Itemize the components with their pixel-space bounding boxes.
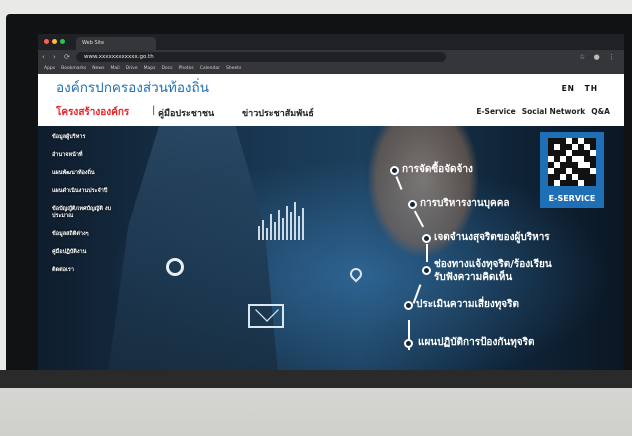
mail-icon	[248, 304, 284, 328]
nav-news-link[interactable]: ข่าวประชาสัมพันธ์	[242, 106, 314, 120]
service-node-icon	[408, 200, 417, 209]
bookmark-item[interactable]: Calendar	[200, 64, 220, 74]
service-connector-line	[426, 244, 428, 262]
desk-surface	[0, 388, 632, 436]
service-procurement-link[interactable]: การจัดซื้อจัดจ้าง	[402, 164, 473, 176]
service-feedback-link[interactable]: รับฟังความคิดเห็น	[434, 272, 512, 284]
location-pin-icon	[347, 265, 365, 283]
main-nav: โครงสร้างองค์กร | คู่มือประชาชน ข่าวประช…	[56, 105, 616, 121]
bookmark-item[interactable]: News	[92, 64, 104, 74]
bookmark-item[interactable]: Maps	[144, 64, 156, 74]
service-anticorruption-link[interactable]: แผนปฏิบัติการป้องกันทุจริต	[418, 337, 535, 349]
bookmark-item[interactable]: Drive	[126, 64, 138, 74]
service-complaint-link[interactable]: ช่องทางแจ้งทุจริต/ร้องเรียน	[434, 259, 552, 271]
lang-th-link[interactable]: TH	[585, 84, 598, 93]
qr-code-icon	[548, 138, 596, 186]
browser-tab-bar: Web Site	[38, 34, 624, 50]
sidebar-item-annual-plan[interactable]: แผนดำเนินงานประจำปี	[52, 188, 132, 195]
businessman-image	[108, 126, 278, 374]
service-node-icon	[390, 166, 399, 175]
browser-tab[interactable]: Web Site	[76, 37, 156, 50]
service-integrity-link[interactable]: เจตจำนงสุจริตของผู้บริหาร	[434, 232, 550, 244]
service-node-icon	[422, 266, 431, 275]
browser-window: Web Site ‹ › ⟳ www.xxxxxxxxxxxx.go.th ☆ …	[38, 34, 624, 374]
url-field[interactable]: www.xxxxxxxxxxxx.go.th	[76, 52, 446, 62]
bookmark-item[interactable]: Apps	[44, 64, 55, 74]
close-window-icon[interactable]	[44, 39, 49, 44]
sidebar-item-work-manual[interactable]: คู่มือปฏิบัติงาน	[52, 249, 132, 256]
service-node-icon	[404, 339, 413, 348]
nav-separator: |	[152, 105, 156, 116]
dial-icon	[166, 258, 184, 276]
service-hr-link[interactable]: การบริหารงานบุคคล	[420, 198, 510, 210]
nav-eservice-link[interactable]: E-Service	[476, 107, 515, 116]
service-risk-link[interactable]: ประเมินความเสี่ยงทุจริต	[416, 299, 519, 311]
nav-social-link[interactable]: Social Network	[522, 107, 586, 116]
sidebar-item-contact[interactable]: ติดต่อเรา	[52, 267, 132, 274]
service-node-icon	[422, 234, 431, 243]
navigation-icons[interactable]: ‹ › ⟳	[42, 52, 73, 62]
nav-right-links: E-Service Social Network Q&A	[476, 107, 610, 116]
hero-banner: ข้อมูลผู้บริหาร อำนาจหน้าที่ แผนพัฒนาท้อ…	[38, 126, 624, 374]
service-node-icon	[404, 301, 413, 310]
bookmark-item[interactable]: Sheets	[226, 64, 241, 74]
nav-manual-link[interactable]: คู่มือประชาชน	[158, 106, 214, 120]
sidebar-item-development-plan[interactable]: แผนพัฒนาท้องถิ่น	[52, 170, 132, 177]
bookmark-item[interactable]: Docs	[161, 64, 172, 74]
lang-en-link[interactable]: EN	[562, 84, 575, 93]
sidebar-item-budget[interactable]: ข้อบัญญัติ/เทศบัญญัติ งบประมาณ	[52, 206, 132, 220]
minimize-window-icon[interactable]	[52, 39, 57, 44]
eservice-qr-label: E-SERVICE	[548, 194, 596, 203]
nav-qa-link[interactable]: Q&A	[591, 107, 610, 116]
monitor-stand	[0, 370, 632, 388]
sidebar-item-executives[interactable]: ข้อมูลผู้บริหาร	[52, 134, 132, 141]
eservice-qr-panel[interactable]: E-SERVICE	[540, 132, 604, 208]
language-switcher: EN TH	[556, 84, 598, 93]
bookmarks-bar: Apps Bookmarks News Mail Drive Maps Docs…	[38, 64, 624, 74]
maximize-window-icon[interactable]	[60, 39, 65, 44]
bookmark-item[interactable]: Bookmarks	[61, 64, 86, 74]
bar-graphic-icon	[258, 200, 304, 240]
nav-structure-link[interactable]: โครงสร้างองค์กร	[56, 105, 129, 120]
bookmark-item[interactable]: Mail	[110, 64, 119, 74]
sidebar-item-statistics[interactable]: ข้อมูลสถิติต่างๆ	[52, 231, 132, 238]
sidebar-menu: ข้อมูลผู้บริหาร อำนาจหน้าที่ แผนพัฒนาท้อ…	[52, 134, 132, 285]
window-controls	[44, 39, 65, 44]
address-bar: ‹ › ⟳ www.xxxxxxxxxxxx.go.th ☆ ● ⋮	[38, 50, 624, 64]
sidebar-item-duties[interactable]: อำนาจหน้าที่	[52, 152, 132, 159]
site-title[interactable]: องค์กรปกครองส่วนท้องถิ่น	[56, 76, 209, 98]
bookmark-item[interactable]: Photos	[179, 64, 194, 74]
monitor-bezel: Web Site ‹ › ⟳ www.xxxxxxxxxxxx.go.th ☆ …	[6, 14, 632, 374]
extension-icons[interactable]: ☆ ● ⋮	[579, 52, 618, 62]
